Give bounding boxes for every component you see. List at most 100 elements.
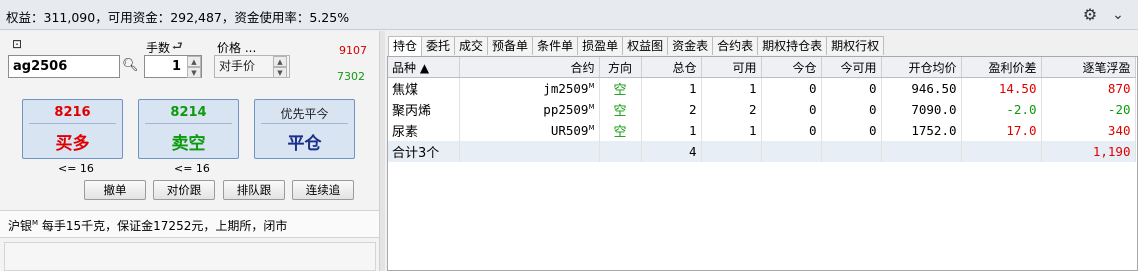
positions-table-container: 品种 ▲ 合约 方向 总仓 可用 今仓 今可用 开仓均价 盈利价差 逐笔浮盈 焦… [387, 56, 1138, 271]
column-header[interactable]: 开仓均价 [881, 57, 962, 78]
sell-short-button[interactable]: 8214 卖空 [138, 99, 239, 159]
quantity-decrease-icon[interactable]: ▼ [187, 67, 201, 78]
left-bottom-panel [4, 242, 376, 271]
total-pnl-cell: 1,190 [1041, 141, 1136, 162]
continuous-chase-button[interactable]: 连续追 [292, 180, 354, 200]
contract-cell: UR509M [459, 120, 600, 141]
table-row[interactable]: 尿素 UR509M 空 1 1 0 0 1752.0 17.0 340 [388, 120, 1136, 141]
contract-code: UR509 [550, 123, 589, 138]
chevron-down-icon[interactable]: ⌄ [1108, 5, 1128, 25]
price-label[interactable]: 价格 ... [217, 39, 256, 56]
lock-icon[interactable]: ⊡ [12, 38, 28, 50]
avg-price-cell: 1752.0 [881, 120, 962, 141]
today-cell: 0 [761, 77, 822, 99]
tab-positions[interactable]: 持仓 [388, 36, 423, 57]
buy-long-label: 买多 [55, 134, 90, 154]
cancel-order-button[interactable]: 撤单 [84, 180, 146, 200]
avg-price-cell: 7090.0 [881, 99, 962, 120]
tab-trades[interactable]: 成交 [454, 36, 489, 55]
divider [261, 123, 348, 124]
quantity-increase-icon[interactable]: ▲ [187, 56, 201, 67]
direction-cell: 空 [599, 99, 642, 120]
price-decrease-icon[interactable]: ▼ [273, 67, 287, 78]
bid-price: 7302 [337, 70, 365, 83]
divider [29, 123, 116, 124]
available-cell: 1 [701, 77, 762, 99]
contract-cell: jm2509M [459, 77, 600, 99]
sell-short-label: 卖空 [171, 134, 206, 154]
today-available-cell: 0 [821, 77, 882, 99]
price-increase-icon[interactable]: ▲ [273, 56, 287, 67]
empty-cell [961, 141, 1042, 162]
pnl-cell: 870 [1041, 77, 1136, 99]
gear-icon[interactable]: ⚙ [1080, 5, 1100, 25]
today-available-cell: 0 [821, 99, 882, 120]
product-cell: 尿素 [388, 120, 460, 141]
buy-limit-text: <= 16 [58, 162, 94, 175]
empty-cell [459, 141, 600, 162]
direction-cell: 空 [599, 77, 642, 99]
queue-follow-button[interactable]: 排队跟 [223, 180, 285, 200]
empty-cell [821, 141, 882, 162]
contract-cell: pp2509M [459, 99, 600, 120]
tab-funds[interactable]: 资金表 [667, 36, 714, 55]
contract-code: pp2509 [543, 102, 589, 117]
sell-price: 8214 [170, 105, 207, 120]
total-label-cell: 合计3个 [388, 141, 460, 162]
column-header[interactable]: 合约 [459, 57, 600, 78]
ask-price: 9107 [339, 44, 367, 57]
total-cell: 2 [641, 99, 702, 120]
total-row: 合计3个 4 1,190 [388, 141, 1136, 162]
table-header-row: 品种 ▲ 合约 方向 总仓 可用 今仓 今可用 开仓均价 盈利价差 逐笔浮盈 [388, 57, 1136, 78]
positions-table: 品种 ▲ 合约 方向 总仓 可用 今仓 今可用 开仓均价 盈利价差 逐笔浮盈 焦… [388, 57, 1136, 162]
tab-option-exercise[interactable]: 期权行权 [826, 36, 885, 55]
available-cell: 1 [701, 120, 762, 141]
tab-contracts[interactable]: 合约表 [712, 36, 759, 55]
column-header[interactable]: 可用 [701, 57, 762, 78]
column-header[interactable]: 今仓 [761, 57, 822, 78]
spread-cell: -2.0 [961, 99, 1042, 120]
contract-mark: M [588, 81, 595, 90]
counter-price-follow-button[interactable]: 对价跟 [153, 180, 215, 200]
spread-cell: 14.50 [961, 77, 1042, 99]
column-header[interactable]: 方向 [599, 57, 642, 78]
avg-price-cell: 946.50 [881, 77, 962, 99]
tab-option-positions[interactable]: 期权持仓表 [757, 36, 828, 55]
account-summary: 权益：311,090，可用资金：292,487，资金使用率：5.25% [6, 10, 350, 25]
spread-cell: 17.0 [961, 120, 1042, 141]
total-cell: 1 [641, 77, 702, 99]
symbol-input[interactable]: ag2506 [8, 55, 120, 78]
product-cell: 焦煤 [388, 77, 460, 99]
column-header[interactable]: 逐笔浮盈 [1041, 57, 1136, 78]
pnl-cell: 340 [1041, 120, 1136, 141]
tab-conditional-orders[interactable]: 条件单 [532, 36, 579, 55]
column-header[interactable]: 盈利价差 [961, 57, 1042, 78]
column-header[interactable]: 总仓 [641, 57, 702, 78]
empty-cell [701, 141, 762, 162]
column-header[interactable]: 今可用 [821, 57, 882, 78]
tab-preorders[interactable]: 预备单 [487, 36, 534, 55]
contract-info: 沪银M 每手15千克，保证金17252元，上期所，闭市 [8, 217, 287, 234]
close-position-button[interactable]: 优先平今 平仓 [254, 99, 355, 159]
buy-price: 8216 [54, 105, 91, 120]
direction-cell: 空 [599, 120, 642, 141]
today-available-cell: 0 [821, 120, 882, 141]
empty-cell [761, 141, 822, 162]
table-row[interactable]: 聚丙烯 pp2509M 空 2 2 0 0 7090.0 -2.0 -20 [388, 99, 1136, 120]
tab-equity-chart[interactable]: 权益图 [622, 36, 669, 55]
contract-mark: M [588, 102, 595, 111]
tab-stop-orders[interactable]: 损盈单 [577, 36, 624, 55]
column-header[interactable]: 品种 ▲ [388, 57, 460, 78]
today-cell: 0 [761, 99, 822, 120]
close-position-label: 平仓 [287, 134, 322, 154]
buy-long-button[interactable]: 8216 买多 [22, 99, 123, 159]
table-row[interactable]: 焦煤 jm2509M 空 1 1 0 0 946.50 14.50 870 [388, 77, 1136, 99]
search-icon[interactable]: 🔍︎ [122, 58, 139, 74]
contract-info-mark: M [32, 219, 39, 227]
pnl-cell: -20 [1041, 99, 1136, 120]
tab-orders[interactable]: 委托 [421, 36, 456, 55]
quantity-label: 手数 [146, 41, 171, 55]
sell-limit-text: <= 16 [174, 162, 210, 175]
tab-bar: 持仓 委托 成交 预备单 条件单 损盈单 权益图 资金表 合约表 期权持仓表 期权行权 [388, 36, 885, 57]
contract-code: jm2509 [543, 81, 589, 96]
